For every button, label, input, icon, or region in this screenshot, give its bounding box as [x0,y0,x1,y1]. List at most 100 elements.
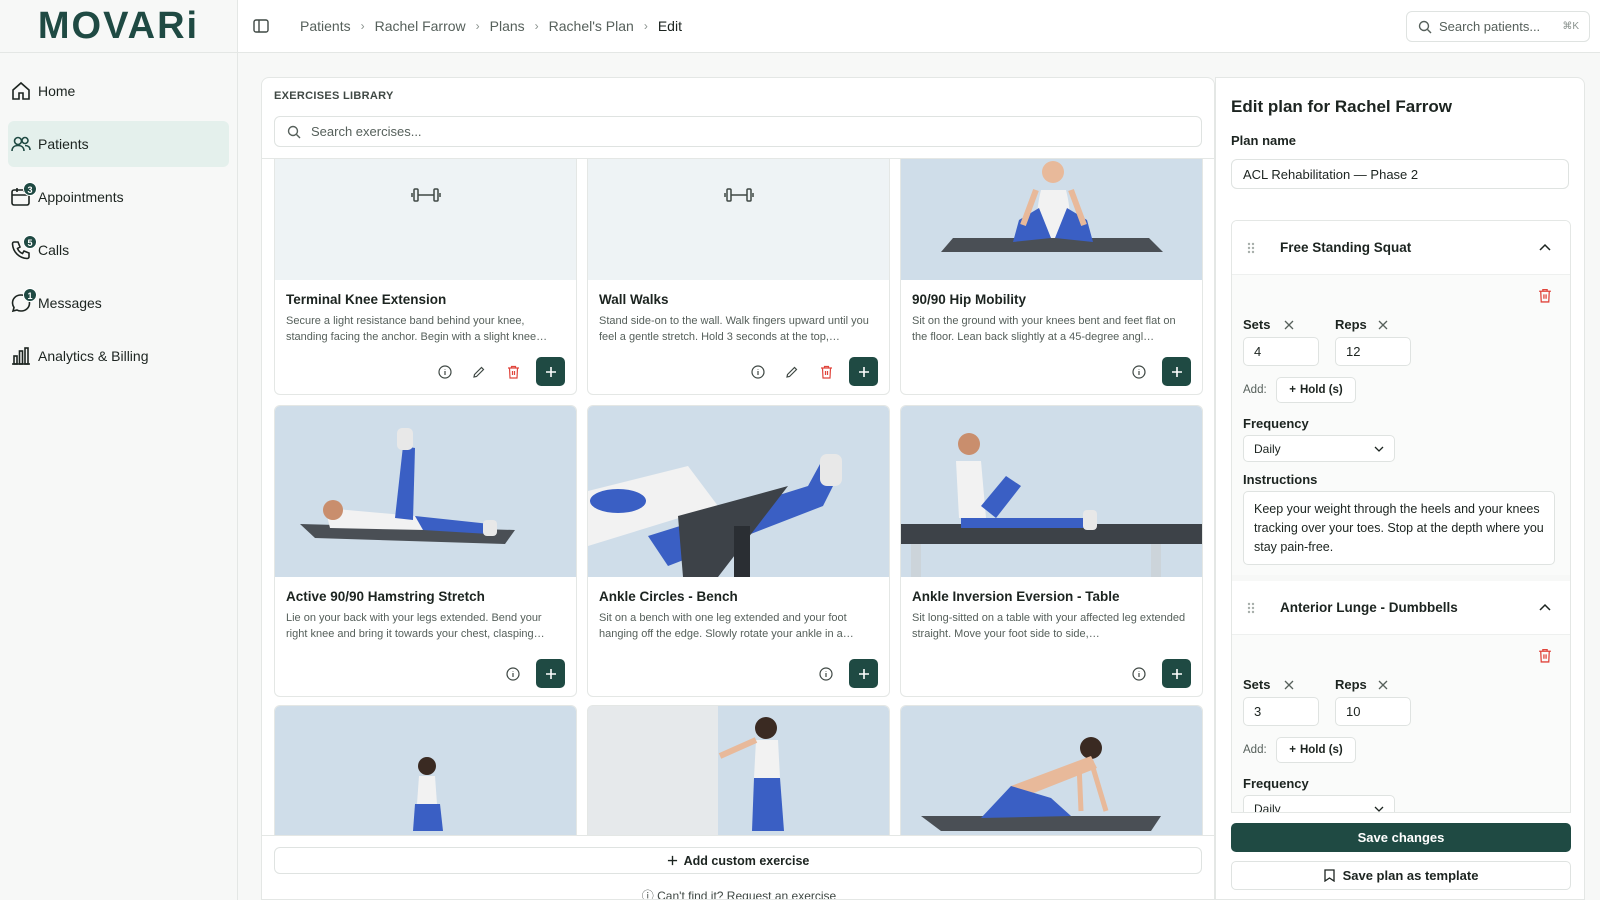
sidebar-item-home[interactable]: Home [8,68,229,114]
add-label: Add: [1243,744,1267,756]
instructions-textarea[interactable]: Keep your weight through the heels and y… [1243,491,1555,565]
reps-input[interactable]: 12 [1335,337,1411,366]
exercise-card[interactable] [587,705,890,835]
exercise-image-placeholder [588,159,889,280]
sidebar-toggle-icon[interactable] [252,17,270,35]
plan-exercise-body: Sets Reps 4 12 Add: + Hold (s) Frequency… [1232,275,1570,575]
breadcrumb-patient[interactable]: Rachel Farrow [375,18,466,34]
calls-badge: 5 [23,235,37,249]
exercise-card[interactable] [274,705,577,835]
exercise-card[interactable] [900,705,1203,835]
add-hold-button[interactable]: + Hold (s) [1276,377,1356,403]
info-icon[interactable] [747,361,769,383]
home-icon [12,81,30,100]
exercise-card[interactable]: 90/90 Hip Mobility Sit on the ground wit… [900,159,1203,395]
frequency-select[interactable]: Daily [1243,435,1395,462]
exercise-description: Sit on the ground with your knees bent a… [912,315,1176,343]
breadcrumb-plan[interactable]: Rachel's Plan [549,18,634,34]
edit-icon[interactable] [781,361,803,383]
breadcrumb-plans[interactable]: Plans [490,18,525,34]
plus-icon: + [1289,384,1296,396]
remove-sets-icon[interactable] [1284,320,1294,330]
logo[interactable]: MOVARi [0,0,237,53]
plan-exercise-item: Free Standing Squat Sets Reps 4 12 Add: … [1232,221,1570,575]
plan-exercise-header[interactable]: Anterior Lunge - Dumbbells [1232,581,1570,635]
search-placeholder: Search patients... [1439,19,1541,34]
info-icon[interactable] [1128,361,1150,383]
chevron-down-icon [1374,446,1384,452]
add-custom-label: Add custom exercise [683,853,810,868]
exercise-card[interactable]: Terminal Knee Extension Secure a light r… [274,159,577,395]
add-custom-exercise-button[interactable]: Add custom exercise [274,847,1202,874]
exercise-card[interactable]: Active 90/90 Hamstring Stretch Lie on yo… [274,405,577,697]
reps-input[interactable]: 10 [1335,697,1411,726]
delete-icon[interactable] [1538,288,1552,303]
sidebar-item-appointments[interactable]: 3 Appointments [8,174,229,220]
remove-sets-icon[interactable] [1284,680,1294,690]
patient-search-input[interactable]: Search patients... ⌘K [1406,11,1590,42]
exercise-card[interactable]: Ankle Circles - Bench Sit on a bench wit… [587,405,890,697]
info-icon[interactable] [502,663,524,685]
sidebar-item-label: Calls [38,242,70,258]
sidebar-item-label: Messages [38,295,102,311]
sets-input[interactable]: 4 [1243,337,1319,366]
bar-chart-icon [12,347,30,365]
card-actions [434,357,565,386]
sets-input[interactable]: 3 [1243,697,1319,726]
exercises-library: EXERCISES LIBRARY Search exercises... Te… [261,77,1215,900]
remove-reps-icon[interactable] [1378,320,1388,330]
breadcrumb-patients[interactable]: Patients [300,18,351,34]
plus-icon [667,855,677,866]
frequency-select[interactable]: Daily [1243,795,1395,812]
delete-icon[interactable] [1538,648,1552,663]
card-actions [1128,659,1191,688]
remove-reps-icon[interactable] [1378,680,1388,690]
delete-icon[interactable] [815,361,837,383]
info-icon[interactable] [434,361,456,383]
plan-exercise-header[interactable]: Free Standing Squat [1232,221,1570,275]
drag-handle-icon[interactable] [1246,601,1256,615]
frequency-label: Frequency [1243,776,1309,791]
save-changes-button[interactable]: Save changes [1231,823,1571,852]
exercise-search-input[interactable]: Search exercises... [274,116,1202,147]
exercise-card[interactable]: Wall Walks Stand side-on to the wall. Wa… [587,159,890,395]
exercise-description: Sit long-sitted on a table with your aff… [912,612,1186,640]
sidebar-item-messages[interactable]: 1 Messages [8,280,229,326]
add-exercise-button[interactable] [536,357,565,386]
exercise-photo [901,406,1202,577]
add-hold-button[interactable]: + Hold (s) [1276,737,1356,763]
sidebar-item-analytics[interactable]: Analytics & Billing [8,333,229,379]
edit-icon[interactable] [468,361,490,383]
chevron-up-icon[interactable] [1538,242,1552,252]
breadcrumb: Patients › Rachel Farrow › Plans › Rache… [300,18,682,34]
info-icon[interactable] [1128,663,1150,685]
info-icon[interactable] [815,663,837,685]
add-exercise-button[interactable] [1162,659,1191,688]
request-exercise-link[interactable]: ⓘ Can't find it? Request an exercise [262,887,1214,899]
exercise-card[interactable]: Ankle Inversion Eversion - Table Sit lon… [900,405,1203,697]
sidebar-item-patients[interactable]: Patients [8,121,229,167]
plan-name-label: Plan name [1231,133,1297,148]
plan-name-input[interactable]: ACL Rehabilitation — Phase 2 [1231,159,1569,189]
sidebar-item-label: Analytics & Billing [38,348,149,364]
add-exercise-button[interactable] [536,659,565,688]
hip-mobility-illustration [941,161,1163,252]
exercise-title: Ankle Circles - Bench [599,589,738,604]
sidebar: MOVARi Home Patients 3 Appointments 5 Ca… [0,0,238,900]
exercise-illustration [588,706,784,835]
delete-icon[interactable] [502,361,524,383]
add-exercise-button[interactable] [849,357,878,386]
add-exercise-button[interactable] [1162,357,1191,386]
add-exercise-button[interactable] [849,659,878,688]
sidebar-item-calls[interactable]: 5 Calls [8,227,229,273]
chevron-right-icon: › [643,19,648,33]
library-footer: Add custom exercise ⓘ Can't find it? Req… [262,835,1214,899]
search-icon [287,125,301,139]
save-template-button[interactable]: Save plan as template [1231,861,1571,890]
sidebar-item-label: Home [38,83,76,99]
exercise-illustration [921,737,1161,831]
chevron-up-icon[interactable] [1538,602,1552,612]
exercise-description: Sit on a bench with one leg extended and… [599,612,854,640]
search-icon [1418,20,1432,34]
drag-handle-icon[interactable] [1246,241,1256,255]
